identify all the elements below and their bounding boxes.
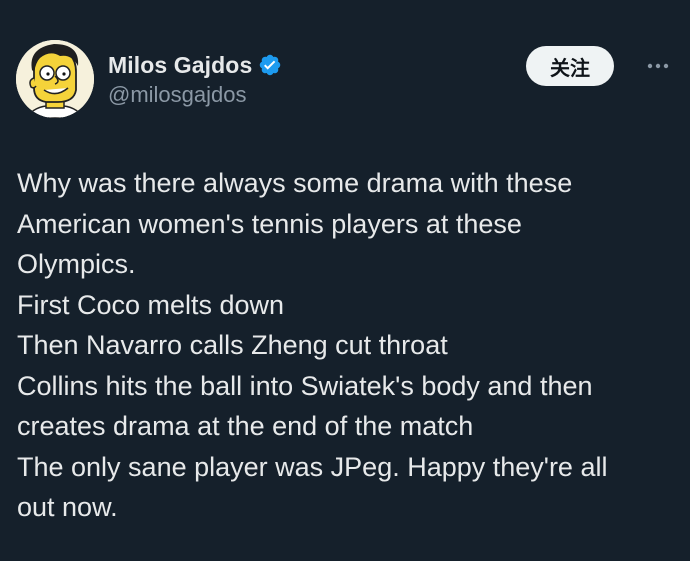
- tweet-text-line: Olympics.: [17, 249, 136, 279]
- tweet-text-line: creates drama at the end of the match: [17, 411, 474, 441]
- tweet-text-line: First Coco melts down: [17, 289, 285, 320]
- author-handle[interactable]: @milosgajdos: [108, 82, 282, 108]
- more-options-icon[interactable]: [640, 50, 676, 82]
- tweet-header: Milos Gajdos @milosgajdos 关注: [14, 40, 676, 120]
- tweet-text-line: American women's tennis players at these: [17, 208, 522, 239]
- tweet-text-line: Collins hits the ball into Swiatek's bod…: [17, 370, 593, 401]
- tweet-text: Why was there always some drama with the…: [17, 163, 677, 528]
- avatar-drawing: [16, 40, 94, 118]
- tweet-text-line: out now.: [17, 492, 118, 522]
- tweet-text-line: Why was there always some drama with the…: [17, 168, 573, 198]
- tweet-card: Milos Gajdos @milosgajdos 关注 Why was the…: [0, 0, 690, 561]
- verified-badge-icon: [258, 53, 282, 77]
- display-name[interactable]: Milos Gajdos: [108, 52, 252, 79]
- tweet-text-line: Then Navarro calls Zheng cut throat: [17, 330, 448, 360]
- tweet-text-line: The only sane player was JPeg. Happy the…: [17, 451, 608, 482]
- follow-button[interactable]: 关注: [526, 46, 614, 86]
- cartoon-avatar-icon[interactable]: [16, 40, 94, 118]
- display-name-row: Milos Gajdos: [108, 50, 282, 80]
- author-info: Milos Gajdos @milosgajdos: [108, 50, 282, 108]
